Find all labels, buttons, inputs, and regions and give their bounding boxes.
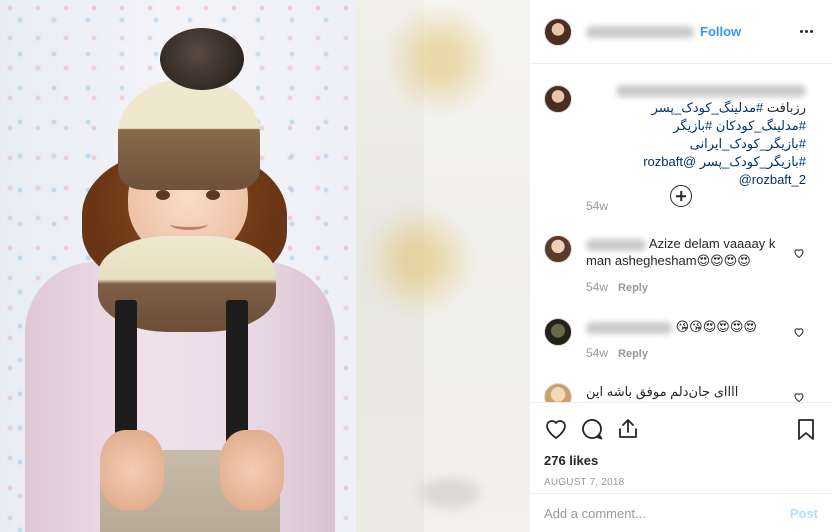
- comment-text: 😘😘😍😍😍😍: [675, 319, 757, 334]
- heart-icon[interactable]: [793, 391, 805, 402]
- eye: [156, 190, 170, 200]
- hand: [100, 430, 164, 510]
- avatar[interactable]: [544, 318, 572, 346]
- comment-icon[interactable]: [580, 417, 604, 441]
- share-icon[interactable]: [616, 417, 640, 441]
- hashtag[interactable]: #مدلینگ_کودکان: [716, 118, 806, 133]
- post-media[interactable]: [0, 0, 529, 532]
- comment-item: اااای جان‌دلم موفق باشه این: [530, 383, 832, 402]
- more-options-icon[interactable]: [794, 20, 818, 44]
- avatar[interactable]: [544, 17, 572, 46]
- username-blurred[interactable]: [616, 85, 806, 97]
- comment-item: Azize delam vaaaay k man asheghesham😍😍😍😍…: [530, 235, 832, 297]
- child-photo: [0, 0, 356, 532]
- comment-text: اااای جان‌دلم موفق باشه این: [586, 384, 739, 399]
- instagram-post: Follow رزبافت #مدلینگ_کودک_پسر #مدلینگ_ک…: [0, 0, 832, 532]
- comment-timestamp[interactable]: 54w: [586, 280, 608, 294]
- hand: [220, 430, 284, 510]
- suspender-strap: [115, 300, 137, 450]
- hat-pompom: [160, 28, 244, 90]
- knit-hat: [118, 78, 260, 190]
- caption-timestamp[interactable]: 54w: [586, 199, 806, 213]
- add-comment-input[interactable]: [544, 505, 790, 521]
- username-blurred[interactable]: [586, 238, 646, 251]
- post-sidebar: Follow رزبافت #مدلینگ_کودک_پسر #مدلینگ_ک…: [529, 0, 832, 532]
- mention[interactable]: @rozbaft: [643, 154, 696, 169]
- bookmark-icon[interactable]: [794, 417, 818, 441]
- hashtag[interactable]: #بازیگر_کودک_ایرانی: [690, 136, 806, 151]
- caption-word: رزبافت: [763, 100, 806, 115]
- username-blurred[interactable]: [586, 25, 694, 38]
- caption-text: رزبافت #مدلینگ_کودک_پسر #مدلینگ_کودکان #…: [586, 99, 806, 189]
- comments-list[interactable]: رزبافت #مدلینگ_کودک_پسر #مدلینگ_کودکان #…: [530, 65, 832, 402]
- comment-timestamp[interactable]: 54w: [586, 346, 608, 360]
- reply-button[interactable]: Reply: [618, 282, 648, 294]
- avatar[interactable]: [544, 383, 572, 402]
- post-actions: 276 likes AUGUST 7, 2018: [530, 402, 832, 488]
- add-circle-icon[interactable]: [670, 185, 692, 207]
- hashtag[interactable]: #بازیگر: [673, 118, 712, 133]
- mention[interactable]: @rozbaft_2: [739, 172, 806, 187]
- mouth: [170, 218, 208, 230]
- heart-icon[interactable]: [544, 417, 568, 441]
- avatar[interactable]: [544, 85, 572, 113]
- reply-button[interactable]: Reply: [618, 348, 648, 360]
- post-date[interactable]: AUGUST 7, 2018: [544, 477, 818, 488]
- follow-button[interactable]: Follow: [700, 24, 741, 39]
- heart-icon[interactable]: [793, 326, 805, 338]
- avatar[interactable]: [544, 235, 572, 263]
- suspender-strap: [226, 300, 248, 450]
- script-watermark: [420, 478, 480, 508]
- hashtag[interactable]: #بازیگر_کودک_پسر: [700, 154, 806, 169]
- crown-watermark: [364, 205, 474, 315]
- crown-watermark: [386, 5, 496, 115]
- post-header: Follow: [530, 0, 832, 64]
- comment-item: 😘😘😍😍😍😍 54w Reply: [530, 318, 832, 363]
- add-comment-bar: Post: [530, 493, 832, 532]
- eye: [206, 190, 220, 200]
- username-blurred[interactable]: [586, 321, 672, 334]
- post-comment-button[interactable]: Post: [790, 506, 818, 521]
- hashtag[interactable]: #مدلینگ_کودک_پسر: [652, 100, 764, 115]
- heart-icon[interactable]: [793, 247, 805, 259]
- likes-count[interactable]: 276 likes: [544, 453, 818, 468]
- watermark-area: [356, 0, 529, 532]
